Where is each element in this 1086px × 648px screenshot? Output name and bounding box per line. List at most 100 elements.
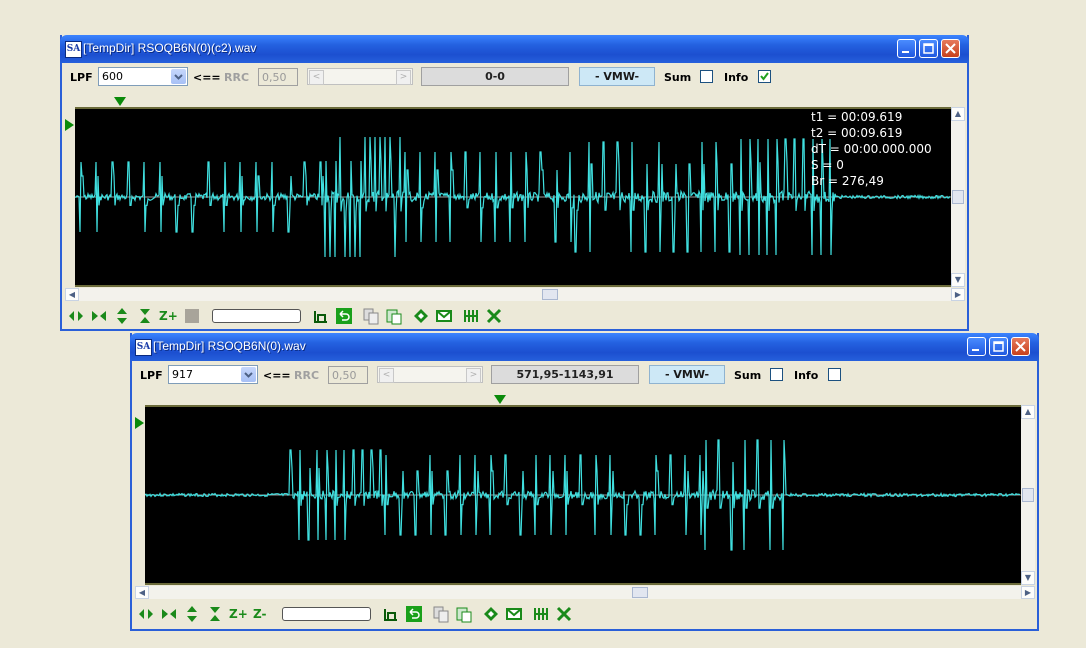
diamond-icon[interactable] — [482, 605, 500, 623]
shrink-horizontal-icon[interactable] — [160, 605, 178, 623]
paste-icon[interactable] — [455, 605, 473, 623]
close-icon — [1015, 341, 1026, 352]
control-bar: LPF 600 <== RRC 0,50 < > 0-0 - VMW- Sum … — [62, 63, 967, 89]
shrink-vertical-icon[interactable] — [136, 307, 154, 325]
close-button[interactable] — [941, 39, 960, 58]
close-button[interactable] — [1011, 337, 1030, 356]
shrink-vertical-icon[interactable] — [206, 605, 224, 623]
vmw-button[interactable]: - VMW- — [649, 365, 725, 384]
minimize-button[interactable] — [967, 337, 986, 356]
zoom-in-icon[interactable]: Z+ — [229, 605, 248, 623]
scroll-thumb[interactable] — [952, 190, 964, 204]
title-bar[interactable]: SA [TempDir] RSOQB6N(0)(c2).wav — [60, 35, 969, 63]
vertical-scrollbar[interactable]: ▲ ▼ — [1021, 405, 1035, 585]
app-icon: SA — [65, 41, 82, 58]
scroll-right-icon[interactable]: ▶ — [1021, 586, 1035, 599]
rrc-label: RRC — [294, 369, 320, 382]
scroll-right-icon[interactable]: ▶ — [951, 288, 965, 301]
scroll-down-icon[interactable]: ▼ — [951, 273, 965, 287]
rrc-slider[interactable]: < > — [307, 68, 413, 85]
envelope-icon[interactable] — [505, 605, 523, 623]
vmw-button[interactable]: - VMW- — [579, 67, 655, 86]
grid-icon[interactable] — [462, 307, 480, 325]
apply-arrow-label[interactable]: <== — [193, 71, 221, 84]
maximize-icon — [923, 43, 934, 54]
shrink-horizontal-icon[interactable] — [90, 307, 108, 325]
bottom-toolbar: Z+ — [67, 307, 967, 329]
copy-icon[interactable] — [362, 307, 380, 325]
expand-vertical-icon[interactable] — [183, 605, 201, 623]
window-title: [TempDir] RSOQB6N(0)(c2).wav — [83, 41, 257, 55]
crop-icon[interactable] — [312, 307, 330, 325]
maximize-button[interactable] — [989, 337, 1008, 356]
undo-icon[interactable] — [335, 307, 353, 325]
envelope-icon[interactable] — [435, 307, 453, 325]
checkmark-icon — [760, 72, 769, 81]
expand-horizontal-icon[interactable] — [137, 605, 155, 623]
info-readout: t1 = 00:09.619 t2 = 00:09.619 dT = 00:00… — [811, 109, 932, 189]
lpf-label: LPF — [140, 369, 163, 382]
h-scroll-thumb[interactable] — [542, 289, 558, 300]
minimize-button[interactable] — [897, 39, 916, 58]
range-display: 571,95-1143,91 — [491, 365, 639, 384]
arrow-right-icon[interactable]: > — [396, 70, 411, 85]
grid-icon[interactable] — [532, 605, 550, 623]
info-checkbox[interactable] — [758, 70, 771, 83]
copy-icon[interactable] — [432, 605, 450, 623]
arrow-left-icon[interactable]: < — [379, 368, 394, 383]
apply-arrow-label[interactable]: <== — [263, 369, 291, 382]
maximize-button[interactable] — [919, 39, 938, 58]
cursor-marker-left[interactable] — [65, 119, 74, 131]
minimize-icon — [902, 51, 909, 53]
sum-checkbox[interactable] — [700, 70, 713, 83]
paste-icon[interactable] — [385, 307, 403, 325]
chevron-down-icon[interactable] — [241, 367, 256, 382]
rrc-field[interactable]: 0,50 — [258, 68, 298, 86]
sum-label: Sum — [664, 71, 692, 84]
cursor-marker-top[interactable] — [114, 97, 126, 106]
arrow-left-icon[interactable]: < — [309, 70, 324, 85]
crop-icon[interactable] — [382, 605, 400, 623]
scroll-down-icon[interactable]: ▼ — [1021, 571, 1035, 585]
scroll-up-icon[interactable]: ▲ — [1021, 405, 1035, 419]
sum-checkbox[interactable] — [770, 368, 783, 381]
tools-icon[interactable] — [555, 605, 573, 623]
zoom-field[interactable] — [212, 309, 301, 323]
scroll-left-icon[interactable]: ◀ — [65, 288, 79, 301]
window-title: [TempDir] RSOQB6N(0).wav — [153, 339, 306, 353]
scroll-left-icon[interactable]: ◀ — [135, 586, 149, 599]
rrc-slider[interactable]: < > — [377, 366, 483, 383]
lpf-select[interactable]: 600 — [98, 67, 188, 86]
stop-icon[interactable] — [183, 307, 201, 325]
horizontal-scrollbar[interactable]: ◀ ▶ — [65, 288, 965, 301]
undo-icon[interactable] — [405, 605, 423, 623]
scroll-thumb[interactable] — [1022, 488, 1034, 502]
zoom-field[interactable] — [282, 607, 371, 621]
diamond-icon[interactable] — [412, 307, 430, 325]
horizontal-scrollbar[interactable]: ◀ ▶ — [135, 586, 1035, 599]
maximize-icon — [993, 341, 1004, 352]
arrow-right-icon[interactable]: > — [466, 368, 481, 383]
zoom-in-icon[interactable]: Z+ — [159, 307, 178, 325]
title-bar[interactable]: SA [TempDir] RSOQB6N(0).wav — [130, 333, 1039, 361]
cursor-marker-left[interactable] — [135, 417, 144, 429]
scroll-up-icon[interactable]: ▲ — [951, 107, 965, 121]
vertical-scrollbar[interactable]: ▲ ▼ — [951, 107, 965, 287]
tools-icon[interactable] — [485, 307, 503, 325]
app-icon: SA — [135, 339, 152, 356]
info-t1: t1 = 00:09.619 — [811, 110, 903, 124]
h-scroll-thumb[interactable] — [632, 587, 648, 598]
waveform-plot[interactable]: t1 = 00:09.619 t2 = 00:09.619 dT = 00:00… — [75, 107, 951, 287]
expand-vertical-icon[interactable] — [113, 307, 131, 325]
zoom-out-icon[interactable]: Z- — [253, 605, 271, 623]
close-icon — [945, 43, 956, 54]
window-c2: SA [TempDir] RSOQB6N(0)(c2).wav LPF 600 … — [60, 35, 969, 331]
rrc-label: RRC — [224, 71, 250, 84]
info-checkbox[interactable] — [828, 368, 841, 381]
waveform-plot[interactable] — [145, 405, 1021, 585]
expand-horizontal-icon[interactable] — [67, 307, 85, 325]
chevron-down-icon[interactable] — [171, 69, 186, 84]
cursor-marker-top[interactable] — [494, 395, 506, 404]
rrc-field[interactable]: 0,50 — [328, 366, 368, 384]
lpf-select[interactable]: 917 — [168, 365, 258, 384]
